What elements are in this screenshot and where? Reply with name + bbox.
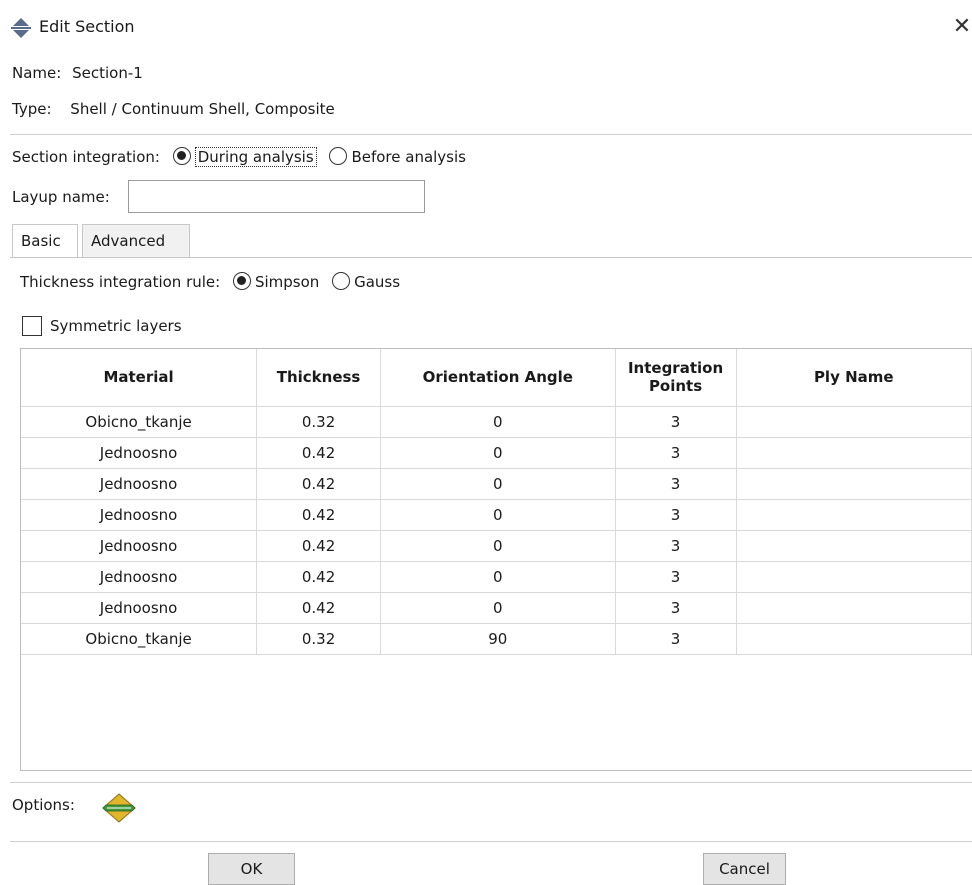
name-label: Name: [12, 64, 62, 82]
cell-material[interactable]: Jednoosno [21, 529, 258, 562]
cell-integration-points[interactable]: 3 [614, 467, 737, 500]
radio-unselected-icon [332, 272, 351, 290]
cell-integration-points[interactable]: 3 [614, 529, 737, 562]
cell-thickness[interactable]: 0.42 [256, 436, 381, 469]
thickness-rule-row: Thickness integration rule: Simpson Gaus… [20, 272, 400, 291]
ply-table: Material Thickness Orientation Angle Int… [20, 348, 972, 771]
section-integration-label: Section integration: [12, 148, 160, 166]
cell-thickness[interactable]: 0.42 [256, 529, 381, 562]
cell-material[interactable]: Obicno_tkanje [21, 405, 258, 438]
cell-integration-points[interactable]: 3 [614, 591, 737, 624]
table-row: Jednoosno 0.42 0 3 [21, 529, 972, 562]
close-button[interactable]: ✕ [950, 13, 972, 41]
symmetric-layers-label[interactable]: Symmetric layers [50, 317, 182, 335]
title-bar: Edit Section ✕ [0, 0, 972, 54]
cell-ply-name[interactable] [735, 467, 972, 500]
cell-ply-name[interactable] [735, 622, 972, 655]
table-row: Obicno_tkanje 0.32 90 3 [21, 622, 972, 655]
table-row: Jednoosno 0.42 0 3 [21, 436, 972, 469]
cell-thickness[interactable]: 0.42 [256, 467, 381, 500]
cell-ply-name[interactable] [735, 436, 972, 469]
cell-thickness[interactable]: 0.42 [256, 591, 381, 624]
cell-material[interactable]: Obicno_tkanje [21, 622, 258, 655]
layers-options-icon[interactable] [100, 792, 138, 824]
layup-name-label: Layup name: [12, 188, 110, 206]
cell-integration-points[interactable]: 3 [614, 622, 737, 655]
radio-before-analysis[interactable]: Before analysis [329, 147, 466, 166]
tab-advanced[interactable]: Advanced [82, 224, 190, 258]
cell-ply-name[interactable] [735, 591, 972, 624]
column-header-material[interactable]: Material [21, 349, 258, 407]
cell-orientation-angle[interactable]: 0 [380, 467, 616, 500]
cell-thickness[interactable]: 0.42 [256, 560, 381, 593]
cell-integration-points[interactable]: 3 [614, 436, 737, 469]
cell-thickness[interactable]: 0.32 [256, 405, 381, 438]
column-header-thickness[interactable]: Thickness [256, 349, 381, 407]
column-header-ply-name[interactable]: Ply Name [735, 349, 972, 407]
ply-table-grid: Material Thickness Orientation Angle Int… [21, 349, 972, 655]
divider [10, 782, 972, 783]
cancel-button[interactable]: Cancel [703, 853, 786, 885]
tab-advanced-label: Advanced [91, 232, 166, 250]
window-title: Edit Section [39, 17, 135, 36]
table-row: Jednoosno 0.42 0 3 [21, 498, 972, 531]
cell-orientation-angle[interactable]: 0 [380, 591, 616, 624]
table-row: Jednoosno 0.42 0 3 [21, 591, 972, 624]
radio-before-analysis-label: Before analysis [351, 148, 466, 166]
cell-orientation-angle[interactable]: 0 [380, 529, 616, 562]
radio-simpson-label: Simpson [254, 273, 320, 291]
section-integration-row: Section integration: During analysis Bef… [12, 147, 466, 167]
cell-ply-name[interactable] [735, 405, 972, 438]
cell-material[interactable]: Jednoosno [21, 467, 258, 500]
cell-thickness[interactable]: 0.42 [256, 498, 381, 531]
cell-material[interactable]: Jednoosno [21, 591, 258, 624]
section-icon [11, 18, 31, 38]
layup-name-input[interactable] [128, 180, 425, 213]
symmetric-layers-checkbox[interactable] [22, 316, 42, 336]
type-row: Type: Shell / Continuum Shell, Composite [12, 100, 335, 118]
thickness-rule-label: Thickness integration rule: [20, 273, 221, 291]
cell-thickness[interactable]: 0.32 [256, 622, 381, 655]
name-row: Name: Section-1 [12, 64, 143, 82]
column-header-integration-points[interactable]: Integration Points [614, 349, 737, 407]
radio-gauss-label: Gauss [354, 273, 401, 291]
cell-integration-points[interactable]: 3 [614, 498, 737, 531]
table-row: Obicno_tkanje 0.32 0 3 [21, 405, 972, 438]
table-row: Jednoosno 0.42 0 3 [21, 560, 972, 593]
cell-orientation-angle[interactable]: 0 [380, 436, 616, 469]
cell-orientation-angle[interactable]: 0 [380, 405, 616, 438]
cell-orientation-angle[interactable]: 0 [380, 498, 616, 531]
radio-gauss[interactable]: Gauss [332, 272, 401, 291]
options-label: Options: [12, 796, 75, 814]
column-header-orientation-angle[interactable]: Orientation Angle [380, 349, 616, 407]
type-value: Shell / Continuum Shell, Composite [70, 100, 335, 118]
radio-simpson[interactable]: Simpson [232, 272, 324, 291]
radio-selected-icon [172, 147, 191, 165]
cell-orientation-angle[interactable]: 0 [380, 560, 616, 593]
radio-selected-icon [232, 272, 251, 290]
divider [10, 841, 972, 842]
cell-ply-name[interactable] [735, 529, 972, 562]
type-label: Type: [12, 100, 52, 118]
cell-orientation-angle[interactable]: 90 [380, 622, 616, 655]
cell-integration-points[interactable]: 3 [614, 560, 737, 593]
cell-material[interactable]: Jednoosno [21, 560, 258, 593]
cell-ply-name[interactable] [735, 560, 972, 593]
cell-material[interactable]: Jednoosno [21, 498, 258, 531]
tab-basic[interactable]: Basic [12, 224, 78, 258]
table-header-row: Material Thickness Orientation Angle Int… [21, 349, 972, 407]
tab-divider [10, 257, 972, 258]
cell-ply-name[interactable] [735, 498, 972, 531]
ok-button[interactable]: OK [208, 853, 295, 885]
radio-during-analysis-label: During analysis [194, 147, 317, 167]
close-icon: ✕ [952, 14, 972, 39]
cell-integration-points[interactable]: 3 [614, 405, 737, 438]
cell-material[interactable]: Jednoosno [21, 436, 258, 469]
radio-during-analysis[interactable]: During analysis [172, 147, 322, 167]
name-value: Section-1 [72, 64, 143, 82]
radio-unselected-icon [329, 147, 348, 165]
table-row: Jednoosno 0.42 0 3 [21, 467, 972, 500]
divider [10, 134, 972, 135]
tab-basic-label: Basic [21, 232, 61, 250]
